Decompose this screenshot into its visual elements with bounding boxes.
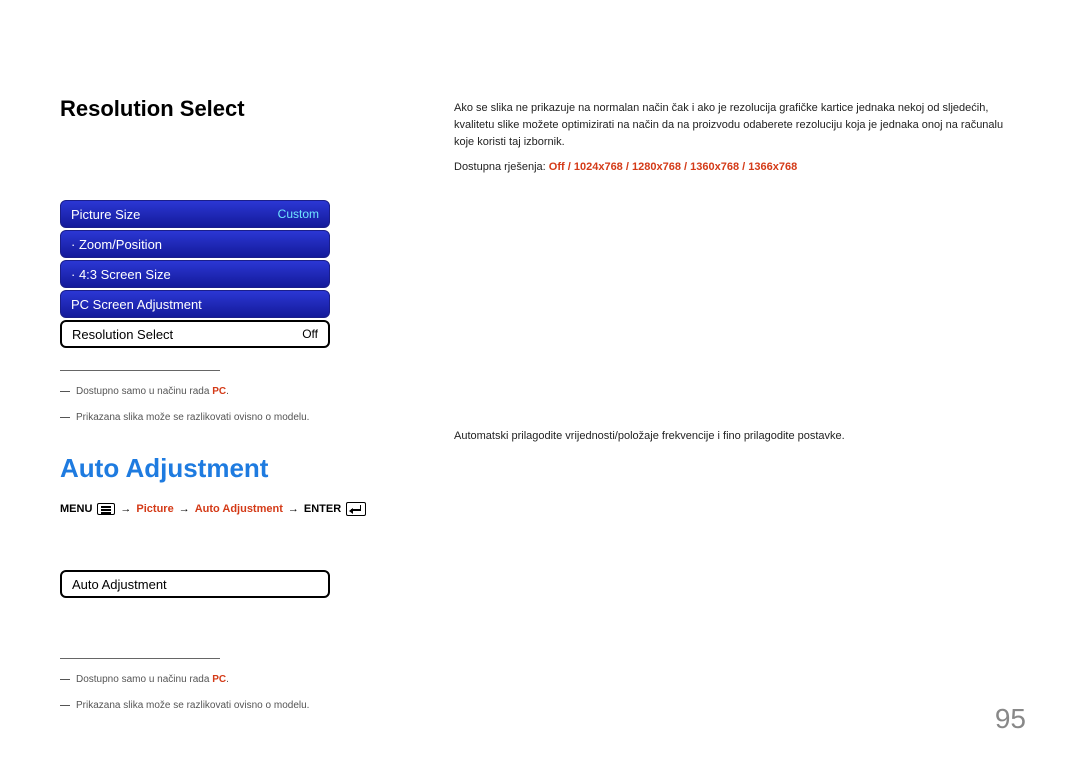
footnote-dash-icon: ― [60,673,70,687]
enter-icon [346,502,366,516]
footnote-rule [60,370,220,371]
menu-item-resolution-select[interactable]: Resolution Select Off [60,320,330,348]
breadcrumb-menu: MENU [60,503,92,515]
section-auto-adjustment: Auto Adjustment Automatski prilagodite v… [60,453,1020,713]
arrow-right-icon: → [288,503,299,515]
osd-menu-auto-adjustment: Auto Adjustment [60,570,330,598]
osd-menu-resolution-select: Picture Size Custom · Zoom/Position · 4:… [60,200,330,348]
auto-adjustment-description: Automatski prilagodite vrijednosti/polož… [454,428,1024,445]
menu-item-zoom-position[interactable]: · Zoom/Position [60,230,330,258]
breadcrumb-auto-adjustment: Auto Adjustment [195,503,283,515]
menu-item-label: Resolution Select [72,327,173,342]
footnote-dash-icon: ― [60,699,70,713]
resolution-select-paragraph: Ako se slika ne prikazuje na normalan na… [454,100,1024,151]
menu-item-label: PC Screen Adjustment [71,297,202,312]
breadcrumb-enter: ENTER [304,503,341,515]
document-page: Resolution Select Ako se slika ne prikaz… [0,0,1080,763]
footnote: ― Dostupno samo u načinu rada PC. [60,385,390,399]
resolution-value: Off [549,161,565,173]
arrow-right-icon: → [179,503,190,515]
menu-item-value: Off [302,327,318,341]
menu-item-label: · Zoom/Position [71,237,162,252]
page-number: 95 [995,703,1026,735]
section-title-auto-adjustment: Auto Adjustment [60,453,1020,484]
resolution-value: 1024x768 [574,161,623,173]
footnote-text: Prikazana slika može se razlikovati ovis… [76,699,309,713]
footnote-text: Dostupno samo u načinu rada PC. [76,385,229,399]
menu-item-pc-screen-adjustment[interactable]: PC Screen Adjustment [60,290,330,318]
footnotes-section1: ― Dostupno samo u načinu rada PC. ― Prik… [60,370,390,425]
footnote: ― Dostupno samo u načinu rada PC. [60,673,390,687]
menu-item-43-screen-size[interactable]: · 4:3 Screen Size [60,260,330,288]
footnote: ― Prikazana slika može se razlikovati ov… [60,699,390,713]
footnote-dash-icon: ― [60,411,70,425]
available-resolutions-label: Dostupna rješenja: [454,161,549,173]
menu-item-value: Custom [278,207,319,221]
resolution-value: 1280x768 [632,161,681,173]
footnote-dash-icon: ― [60,385,70,399]
menu-item-label: Picture Size [71,207,140,222]
auto-adjustment-paragraph: Automatski prilagodite vrijednosti/polož… [454,428,1024,445]
menu-icon [97,503,115,515]
menu-item-picture-size[interactable]: Picture Size Custom [60,200,330,228]
footnote-text: Prikazana slika može se razlikovati ovis… [76,411,309,425]
resolution-select-description: Ako se slika ne prikazuje na normalan na… [454,100,1024,184]
resolution-value: 1360x768 [690,161,739,173]
menu-item-label: · 4:3 Screen Size [71,267,171,282]
menu-item-auto-adjustment[interactable]: Auto Adjustment [60,570,330,598]
resolution-value: 1366x768 [748,161,797,173]
menu-breadcrumb: MENU → Picture → Auto Adjustment → ENTER [60,502,1020,516]
footnote-rule [60,658,220,659]
menu-item-label: Auto Adjustment [72,577,167,592]
arrow-right-icon: → [120,503,131,515]
breadcrumb-picture: Picture [136,503,173,515]
available-resolutions: Dostupna rješenja: Off / 1024x768 / 1280… [454,159,1024,176]
footnote-text: Dostupno samo u načinu rada PC. [76,673,229,687]
footnote: ― Prikazana slika može se razlikovati ov… [60,411,390,425]
footnotes-section2: ― Dostupno samo u načinu rada PC. ― Prik… [60,658,390,713]
